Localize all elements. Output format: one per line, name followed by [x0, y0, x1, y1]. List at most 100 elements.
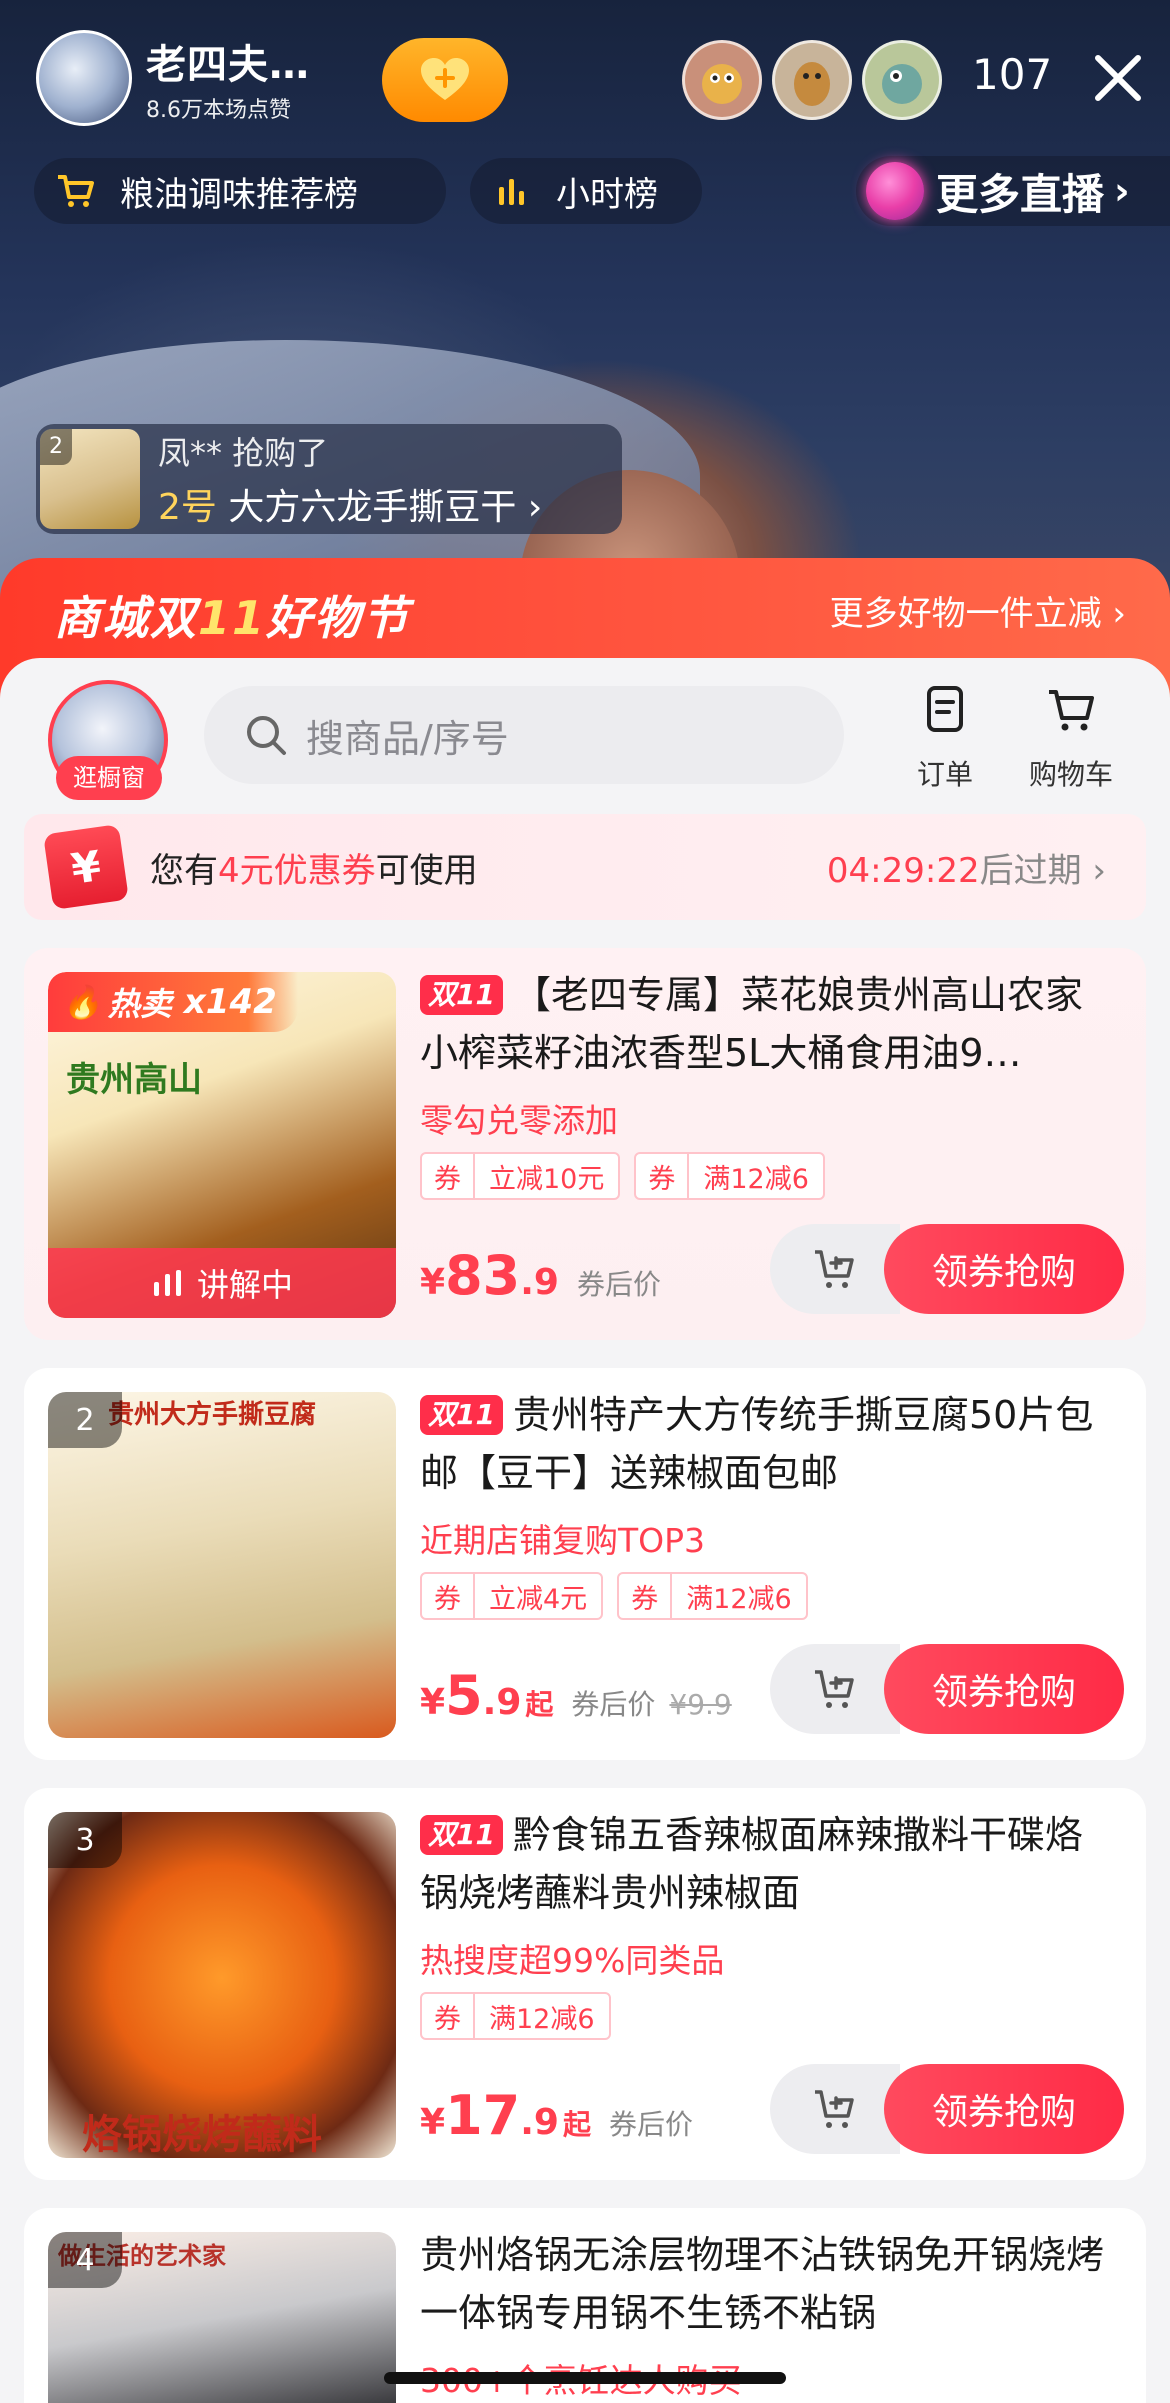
host-info[interactable]: 老四夫… 8.6万本场点赞	[36, 30, 336, 126]
product-price: ¥17.9 起 券后价	[420, 2084, 693, 2147]
tag-value: 满12减6	[703, 1163, 809, 1195]
chevron-right-icon: ›	[1112, 594, 1126, 634]
promo-title: 商城双11好物节	[54, 582, 410, 648]
product-title-text: 贵州烙锅无涂层物理不沾铁锅免开锅烧烤一体锅专用锅不生锈不粘锅	[420, 2233, 1105, 2335]
purchase-number: 2号	[158, 487, 217, 528]
viewer-count[interactable]: 107	[972, 50, 1052, 99]
chevron-right-icon: ›	[1114, 169, 1130, 213]
host-avatar[interactable]	[36, 30, 132, 126]
sound-bars-icon	[153, 1270, 181, 1296]
product-number: 4	[48, 2232, 122, 2288]
ranking-chip[interactable]: 粮油调味推荐榜	[34, 158, 446, 224]
flame-icon: 🔥	[62, 983, 102, 1021]
product-image[interactable]: 烙锅烧烤蘸料 3	[48, 1812, 396, 2158]
viewer-avatar[interactable]	[682, 40, 762, 120]
viewer-avatars[interactable]	[682, 40, 952, 120]
cartoon-avatar-icon	[702, 64, 742, 104]
coupon-expiry: 04:29:22后过期 ›	[827, 843, 1106, 892]
tag-value: 立减10元	[489, 1163, 605, 1195]
close-icon	[1095, 55, 1141, 101]
purchase-product-name: 大方六龙手撕豆干	[228, 487, 517, 528]
bar-chart-icon	[492, 171, 532, 211]
more-live-label: 更多直播	[936, 169, 1105, 219]
product-title[interactable]: 双11 【老四专属】菜花娘贵州高山农家小榨菜籽油浓香型5L大桶食用油9…	[420, 966, 1120, 1082]
product-title[interactable]: 双11 黔食锦五香辣椒面麻辣撒料干碟烙锅烧烤蘸料贵州辣椒面	[420, 1806, 1120, 1922]
product-image[interactable]: 贵州大方手撕豆腐 2	[48, 1392, 396, 1738]
add-cart-icon	[815, 2090, 854, 2128]
claim-coupon-buy-button[interactable]: 领券抢购	[884, 1224, 1124, 1314]
promo-link[interactable]: 更多好物一件立减 ›	[830, 586, 1126, 635]
coupon-expiry-label: 后过期	[979, 850, 1082, 891]
coupon-amount: 4元优惠券	[218, 850, 376, 891]
product-card[interactable]: 烙锅烧烤蘸料 3 双11 黔食锦五香辣椒面麻辣撒料干碟烙锅烧烤蘸料贵州辣椒面 热搜…	[24, 1788, 1146, 2180]
product-search-input[interactable]: 搜商品/序号	[204, 686, 844, 784]
price-after-coupon-label: 券后价	[576, 1268, 661, 1301]
coupon-bar[interactable]: ¥ 您有4元优惠券可使用 04:29:22后过期 ›	[24, 814, 1146, 920]
coupon-text: 您有4元优惠券可使用	[150, 843, 478, 892]
product-image[interactable]: 贵州高山 🔥 热卖 x142 讲解中	[48, 972, 396, 1318]
product-number: 2	[48, 1392, 122, 1448]
product-subtitle: 零勾兑零添加	[420, 1101, 618, 1140]
coupon-prefix: 您有	[150, 850, 218, 891]
hourly-label: 小时榜	[556, 174, 658, 215]
claim-coupon-buy-button[interactable]: 领券抢购	[884, 1644, 1124, 1734]
price-decimal: .9	[520, 1262, 559, 1303]
currency-symbol: ¥	[420, 2102, 446, 2143]
add-to-cart-button[interactable]	[770, 1224, 900, 1314]
price-from-label: 起	[525, 1688, 554, 1721]
double11-badge: 双11	[420, 1395, 503, 1435]
price-from-label: 起	[562, 2108, 591, 2141]
price-integer: 5	[445, 1664, 483, 1727]
more-live-button[interactable]: 更多直播 ›	[856, 156, 1170, 226]
viewer-avatar[interactable]	[772, 40, 852, 120]
coupon-tag: 券满12减6	[634, 1152, 825, 1200]
tag-value: 满12减6	[489, 2003, 595, 2035]
join-fan-club-button[interactable]	[382, 38, 508, 122]
add-to-cart-button[interactable]	[770, 1644, 900, 1734]
coupon-tag: 券满12减6	[617, 1572, 808, 1620]
tag-key: 券	[636, 1154, 690, 1198]
coupon-suffix: 可使用	[375, 850, 478, 891]
cartoon-avatar-icon	[794, 62, 830, 106]
chevron-right-icon: ›	[1092, 850, 1106, 891]
product-card[interactable]: 贵州大方手撕豆腐 2 双11 贵州特产大方传统手撕豆腐50片包邮【豆干】送辣椒面包…	[24, 1368, 1146, 1760]
viewer-avatar[interactable]	[862, 40, 942, 120]
original-price: ¥9.9	[669, 1688, 732, 1721]
promo-title-eleven: 11	[198, 591, 267, 645]
coupon-yen-icon: ¥	[43, 824, 129, 910]
image-text: 烙锅烧烤蘸料	[82, 2112, 322, 2158]
coupon-tags: 券满12减6	[420, 1992, 625, 2040]
product-image[interactable]: 做生活的艺术家 4	[48, 2232, 396, 2403]
live-orb-icon	[866, 162, 924, 220]
tag-value: 满12减6	[686, 1583, 792, 1615]
price-integer: 17	[445, 2084, 521, 2147]
product-title[interactable]: 贵州烙锅无涂层物理不沾铁锅免开锅烧烤一体锅专用锅不生锈不粘锅	[420, 2226, 1120, 2342]
tag-key: 券	[422, 1994, 475, 2038]
orders-button[interactable]: 订单	[890, 684, 1000, 793]
claim-coupon-buy-button[interactable]: 领券抢购	[884, 2064, 1124, 2154]
hourly-rank-chip[interactable]: 小时榜	[470, 158, 702, 224]
product-title-text: 贵州特产大方传统手撕豆腐50片包邮【豆干】送辣椒面包邮	[420, 1393, 1094, 1495]
double11-badge: 双11	[420, 1815, 503, 1855]
price-integer: 83	[445, 1244, 521, 1307]
close-button[interactable]	[1090, 50, 1146, 106]
search-placeholder: 搜商品/序号	[306, 716, 509, 761]
shopping-cart-icon	[56, 171, 96, 211]
heart-plus-icon	[421, 58, 469, 100]
host-likes: 8.6万本场点赞	[146, 98, 291, 123]
shopping-cart-icon	[1049, 690, 1094, 731]
explaining-label: 讲解中	[196, 1266, 293, 1304]
purchase-product-thumbnail: 2	[40, 429, 140, 529]
cartoon-avatar-icon	[882, 64, 922, 104]
add-to-cart-button[interactable]	[770, 2064, 900, 2154]
tag-key: 券	[619, 1574, 673, 1618]
hot-count: x142	[183, 982, 277, 1022]
shop-window-tag[interactable]: 逛橱窗	[56, 756, 162, 800]
purchase-notice[interactable]: 2 凤** 抢购了 2号 大方六龙手撕豆干 ›	[36, 424, 622, 534]
explaining-badge: 讲解中	[48, 1248, 396, 1318]
home-indicator[interactable]	[384, 2372, 786, 2384]
add-cart-icon	[815, 1250, 854, 1288]
product-title[interactable]: 双11 贵州特产大方传统手撕豆腐50片包邮【豆干】送辣椒面包邮	[420, 1386, 1120, 1502]
product-card[interactable]: 贵州高山 🔥 热卖 x142 讲解中 双11 【老四专属】菜花娘贵州高山农家小榨菜…	[24, 948, 1146, 1340]
cart-button[interactable]: 购物车	[1016, 684, 1126, 793]
